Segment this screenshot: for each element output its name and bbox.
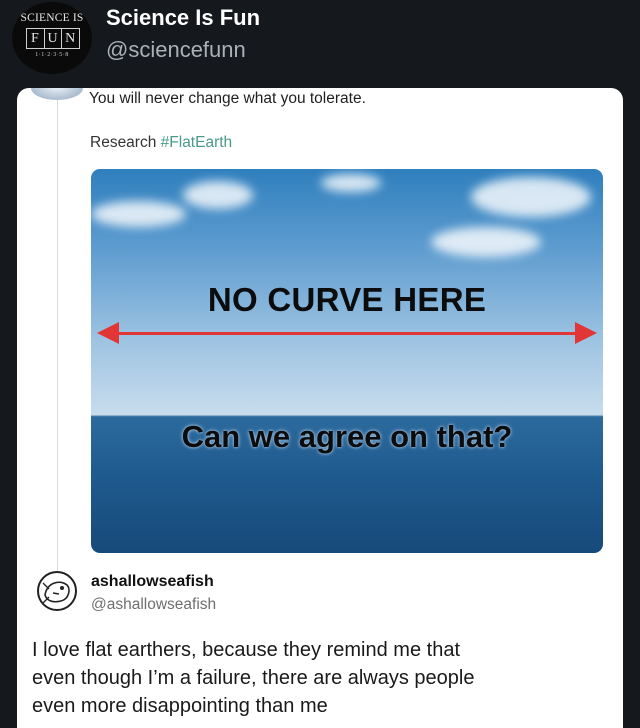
quote-text: You will never change what you tolerate. <box>89 90 366 107</box>
thread-line <box>57 100 58 572</box>
post-text: Research #FlatEarth <box>90 134 232 152</box>
avatar-letter: F <box>27 29 45 48</box>
reply-avatar[interactable] <box>37 571 77 611</box>
cloud-shape <box>431 227 541 257</box>
embedded-screenshot: You will never change what you tolerate.… <box>17 88 623 728</box>
image-subline: Can we agree on that? <box>181 419 513 454</box>
quoted-avatar <box>31 88 83 100</box>
post-image[interactable]: NO CURVE HERE Can we agree on that? <box>91 169 603 553</box>
hashtag-link[interactable]: #FlatEarth <box>161 134 233 151</box>
cloud-shape <box>321 174 381 192</box>
cloud-shape <box>91 201 186 227</box>
post-header: SCIENCE IS F U N 1·1·2·3·5·8 Science Is … <box>0 0 640 80</box>
avatar-fun-box: F U N <box>26 28 80 49</box>
reply-line: even though I’m a failure, there are alw… <box>32 667 475 689</box>
avatar-letter: U <box>45 29 63 48</box>
user-handle[interactable]: @sciencefunn <box>106 37 246 63</box>
reply-author-name[interactable]: ashallowseafish <box>91 573 214 591</box>
avatar-letter: N <box>65 31 77 46</box>
fish-drawing-icon <box>42 581 70 604</box>
image-headline: NO CURVE HERE <box>207 281 487 318</box>
cloud-shape <box>471 177 591 217</box>
avatar-sequence: 1·1·2·3·5·8 <box>35 52 69 58</box>
arrow-right-icon <box>575 322 597 344</box>
reply-line: even more disappointing than me <box>32 695 328 717</box>
arrow-line <box>111 332 581 335</box>
reply-line: I love flat earthers, because they remin… <box>32 639 460 661</box>
display-name[interactable]: Science Is Fun <box>106 5 260 31</box>
arrow-left-icon <box>97 322 119 344</box>
avatar-top-text: SCIENCE IS <box>20 12 84 24</box>
research-label: Research <box>90 134 157 151</box>
cloud-shape <box>183 181 253 209</box>
profile-avatar[interactable]: SCIENCE IS F U N 1·1·2·3·5·8 <box>12 2 92 74</box>
reply-author-handle[interactable]: @ashallowseafish <box>91 596 216 614</box>
reply-text: I love flat earthers, because they remin… <box>32 636 617 720</box>
